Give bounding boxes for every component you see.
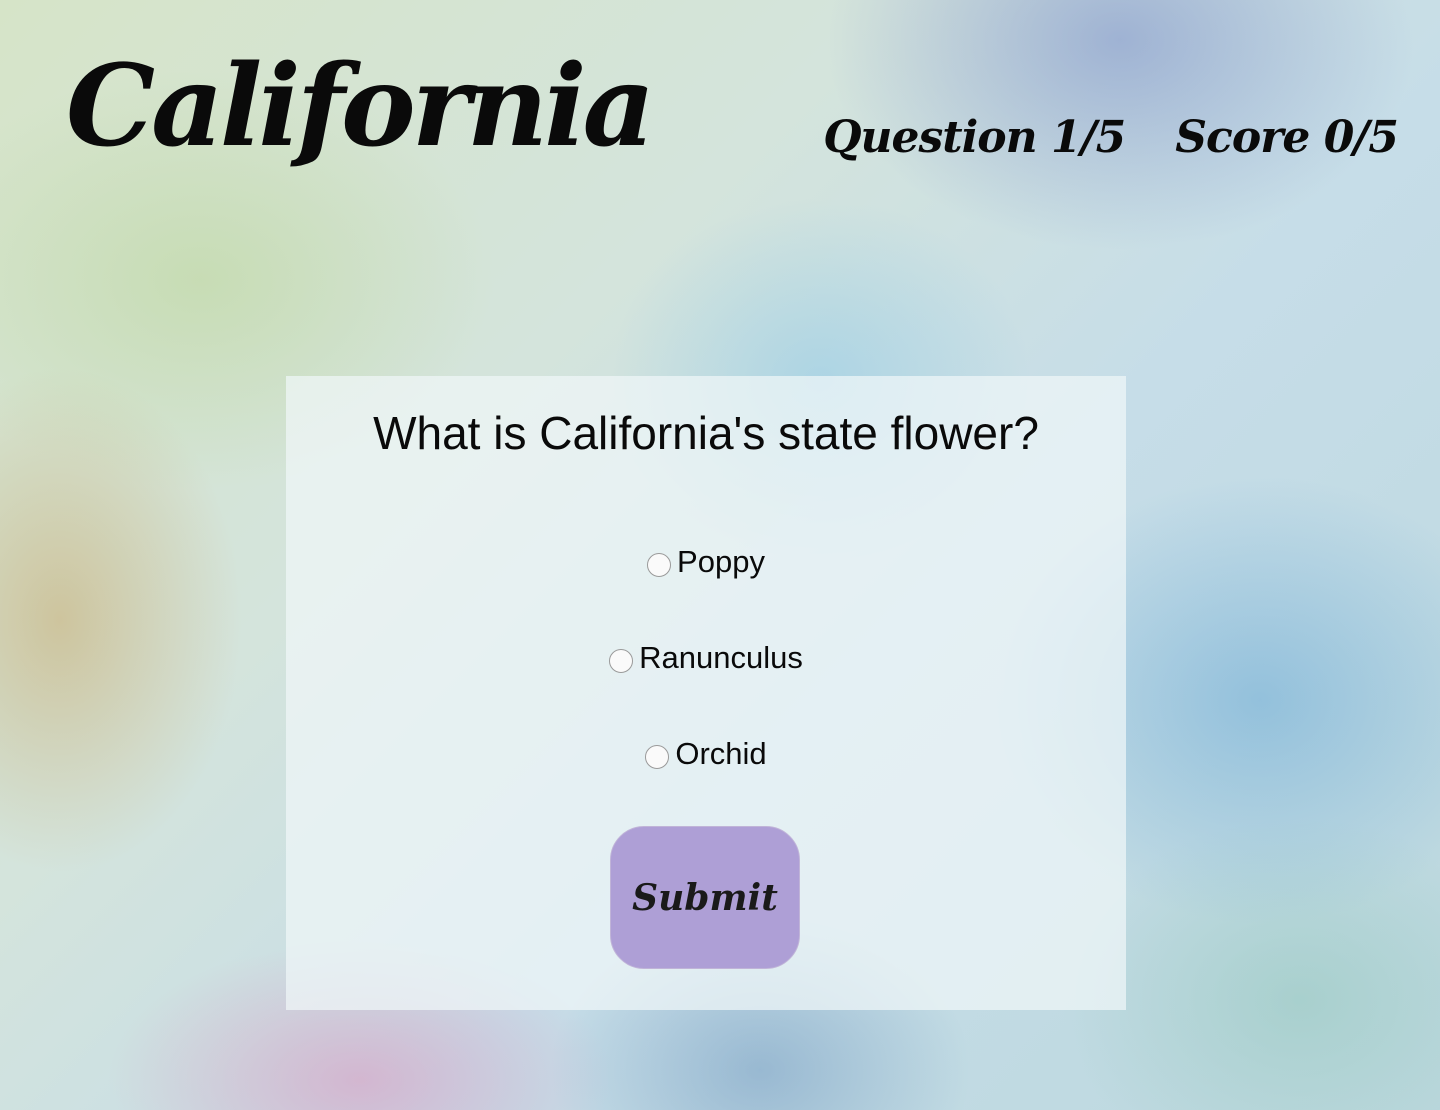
submit-button[interactable]: Submit: [610, 826, 800, 969]
option-orchid[interactable]: Orchid: [286, 734, 1126, 774]
answer-options: Poppy Ranunculus Orchid: [286, 542, 1126, 830]
option-poppy[interactable]: Poppy: [286, 542, 1126, 582]
question-progress: Question 1/5: [823, 112, 1126, 163]
quiz-card: What is California's state flower? Poppy…: [286, 376, 1126, 1010]
option-label: Poppy: [677, 544, 765, 579]
score-display: Score 0/5: [1175, 112, 1399, 163]
question-text: What is California's state flower?: [373, 407, 1039, 459]
radio-button[interactable]: [645, 745, 670, 769]
quiz-status: Question 1/5 Score 0/5: [823, 112, 1399, 163]
site-title: California: [66, 41, 655, 172]
option-label: Orchid: [675, 736, 767, 771]
radio-button[interactable]: [647, 553, 672, 577]
radio-button[interactable]: [609, 649, 634, 673]
option-label: Ranunculus: [639, 640, 803, 675]
option-ranunculus[interactable]: Ranunculus: [286, 638, 1126, 678]
